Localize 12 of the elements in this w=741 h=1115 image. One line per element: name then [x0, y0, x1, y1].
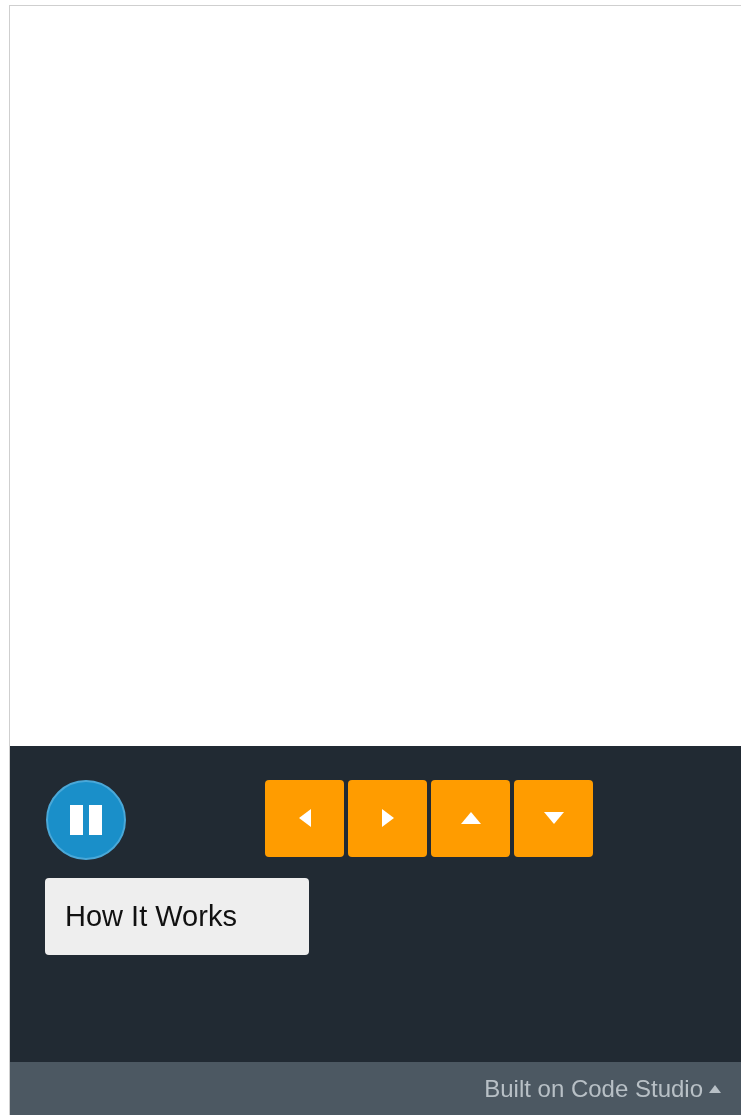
triangle-down-icon	[543, 812, 564, 824]
up-arrow-button[interactable]	[431, 779, 510, 857]
triangle-up-icon	[460, 812, 481, 824]
caret-up-icon	[709, 1084, 721, 1093]
triangle-right-icon	[381, 809, 394, 827]
left-arrow-button[interactable]	[265, 779, 344, 857]
down-arrow-button[interactable]	[514, 779, 593, 857]
footer-link[interactable]: Built on Code Studio	[484, 1070, 703, 1107]
triangle-left-icon	[298, 809, 311, 827]
pause-icon	[69, 805, 103, 835]
how-it-works-button[interactable]: How It Works	[45, 878, 309, 955]
right-arrow-button[interactable]	[348, 779, 427, 857]
